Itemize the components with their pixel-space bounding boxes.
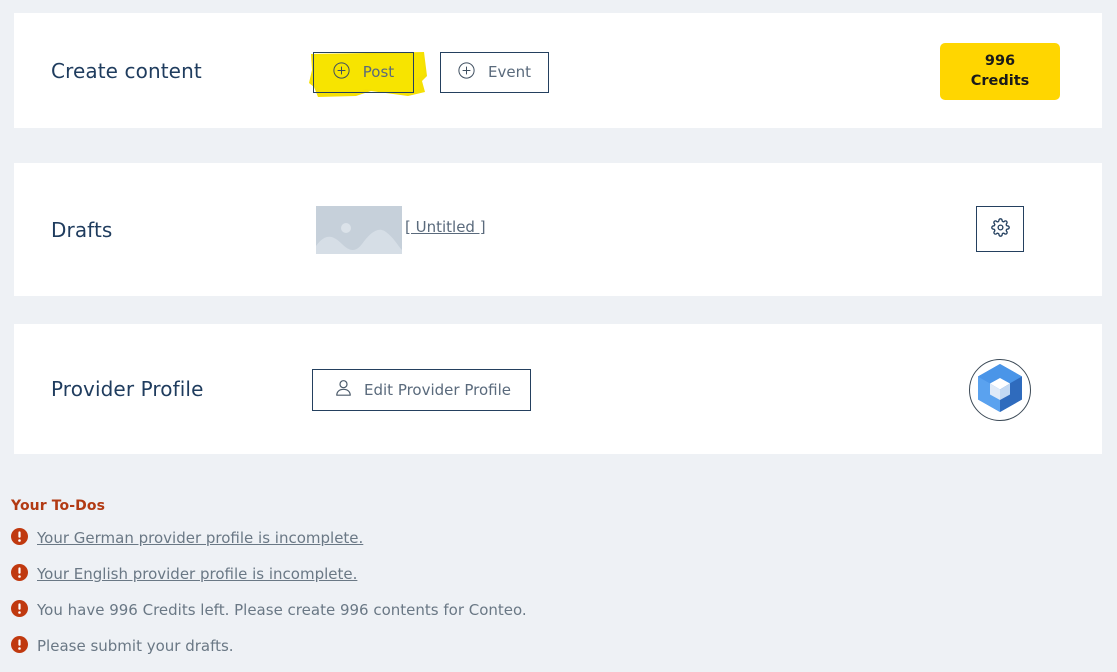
create-content-card: Create content xyxy=(14,13,1102,128)
plus-circle-icon xyxy=(458,62,475,83)
create-post-button[interactable]: Post xyxy=(313,52,414,93)
todo-item[interactable]: Your English provider profile is incompl… xyxy=(11,562,1101,586)
draft-settings-button[interactable] xyxy=(976,206,1024,252)
todo-item[interactable]: Your German provider profile is incomple… xyxy=(11,526,1101,550)
edit-provider-profile-button-label: Edit Provider Profile xyxy=(364,380,511,399)
alert-circle-icon xyxy=(11,635,28,657)
alert-circle-icon xyxy=(11,563,28,585)
dashboard-page: Create content Post Event 996 Credits Dr… xyxy=(0,0,1117,672)
create-event-button-label: Event xyxy=(488,63,531,81)
credits-button[interactable]: 996 Credits xyxy=(940,43,1060,100)
create-post-button-label: Post xyxy=(362,63,395,81)
create-content-title: Create content xyxy=(51,58,202,83)
create-event-button[interactable]: Event xyxy=(440,52,549,93)
image-placeholder-icon xyxy=(316,206,402,254)
draft-thumbnail[interactable] xyxy=(316,206,402,254)
todo-item: Please submit your drafts. xyxy=(11,634,1101,658)
edit-provider-profile-button[interactable]: Edit Provider Profile xyxy=(312,369,531,411)
todo-item-text: Please submit your drafts. xyxy=(37,637,234,655)
credits-amount: 996 xyxy=(984,53,1016,70)
todo-item: You have 996 Credits left. Please create… xyxy=(11,598,1101,622)
drafts-title: Drafts xyxy=(51,217,113,242)
todos-heading: Your To-Dos xyxy=(11,498,106,514)
provider-profile-title: Provider Profile xyxy=(51,377,204,401)
person-icon xyxy=(335,379,352,401)
plus-circle-icon xyxy=(333,62,350,83)
alert-circle-icon xyxy=(11,527,28,549)
cube-logo-icon xyxy=(976,362,1024,418)
todo-item-text: You have 996 Credits left. Please create… xyxy=(37,601,527,619)
draft-item-title-link[interactable]: [ Untitled ] xyxy=(405,218,486,236)
alert-circle-icon xyxy=(11,599,28,621)
todos-section: Your To-Dos Your German provider profile… xyxy=(11,498,1101,670)
todo-item-text[interactable]: Your English provider profile is incompl… xyxy=(37,565,357,583)
provider-profile-card: Provider Profile xyxy=(14,324,1102,454)
todo-item-text[interactable]: Your German provider profile is incomple… xyxy=(37,529,363,547)
credits-unit: Credits xyxy=(970,72,1030,89)
drafts-card: Drafts xyxy=(14,163,1102,296)
gear-icon xyxy=(990,218,1010,240)
avatar[interactable] xyxy=(969,359,1031,421)
